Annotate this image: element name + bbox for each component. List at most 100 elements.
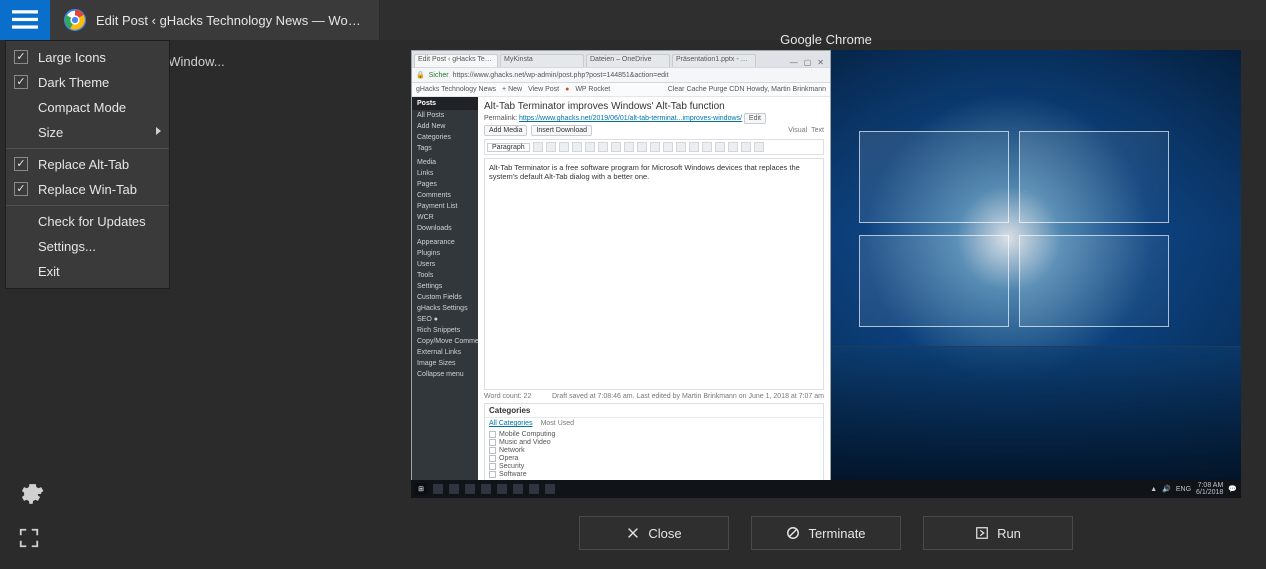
insert-download-button[interactable]: Insert Download: [531, 125, 592, 136]
cat-tab-most-used[interactable]: Most Used: [541, 420, 574, 427]
wp-sidebar-item[interactable]: Custom Fields: [412, 292, 478, 303]
tray-date[interactable]: 6/1/2018: [1196, 489, 1223, 496]
taskbar-app-icon[interactable]: [545, 484, 555, 494]
wp-sidebar-item[interactable]: Collapse menu: [412, 369, 478, 380]
wp-sidebar-item[interactable]: Payment List: [412, 201, 478, 212]
wp-sidebar-item[interactable]: All Posts: [412, 110, 478, 121]
wp-sidebar-item[interactable]: Rich Snippets: [412, 325, 478, 336]
category-item[interactable]: Security: [489, 463, 819, 470]
browser-tab[interactable]: Edit Post ‹ gHacks Tech…: [414, 54, 498, 67]
list-ol-icon[interactable]: [572, 142, 582, 152]
link-icon[interactable]: [637, 142, 647, 152]
admin-bar-new[interactable]: + New: [502, 86, 522, 93]
list-icon[interactable]: [559, 142, 569, 152]
toolbar-icon[interactable]: [663, 142, 673, 152]
close-icon[interactable]: ✕: [817, 58, 824, 67]
minimize-icon[interactable]: —: [790, 58, 798, 67]
taskbar-app-icon[interactable]: [513, 484, 523, 494]
align-right-icon[interactable]: [624, 142, 634, 152]
settings-button[interactable]: [18, 481, 44, 507]
tray-time[interactable]: 7:08 AM: [1198, 482, 1224, 489]
paragraph-select[interactable]: Paragraph: [487, 143, 530, 152]
taskbar-app-icon[interactable]: [529, 484, 539, 494]
admin-bar-view[interactable]: View Post: [528, 86, 559, 93]
align-center-icon[interactable]: [611, 142, 621, 152]
wp-sidebar-item[interactable]: gHacks Settings: [412, 303, 478, 314]
site-name[interactable]: gHacks Technology News: [416, 86, 496, 93]
start-button[interactable]: ⊞: [415, 483, 427, 495]
run-button[interactable]: Run: [923, 516, 1073, 550]
taskbar-app-icon[interactable]: [449, 484, 459, 494]
wp-sidebar-item[interactable]: External Links: [412, 347, 478, 358]
terminate-button[interactable]: Terminate: [751, 516, 901, 550]
taskbar-app-icon[interactable]: [465, 484, 475, 494]
tray-icon[interactable]: ▲: [1150, 486, 1157, 493]
taskbar-app-icon[interactable]: [481, 484, 491, 494]
wp-sidebar-item[interactable]: Media: [412, 157, 478, 168]
wp-sidebar-item[interactable]: Add New: [412, 121, 478, 132]
wp-sidebar-item[interactable]: Plugins: [412, 248, 478, 259]
editor-tab-text[interactable]: Text: [811, 127, 824, 134]
wp-sidebar-item[interactable]: Tags: [412, 143, 478, 154]
close-button[interactable]: Close: [579, 516, 729, 550]
wp-sidebar-item[interactable]: Appearance: [412, 237, 478, 248]
quote-icon[interactable]: [585, 142, 595, 152]
category-item[interactable]: Software: [489, 471, 819, 478]
wp-sidebar-item[interactable]: Links: [412, 168, 478, 179]
wp-sidebar-item[interactable]: Comments: [412, 190, 478, 201]
bold-icon[interactable]: [533, 142, 543, 152]
tray-icon[interactable]: 🔊: [1162, 485, 1171, 493]
wp-sidebar-item[interactable]: Image Sizes: [412, 358, 478, 369]
browser-tab[interactable]: MyKinsta: [500, 54, 584, 67]
address-bar[interactable]: 🔒 Sicher https://www.ghacks.net/wp-admin…: [412, 67, 830, 83]
menu-item-settings[interactable]: Settings...: [6, 234, 169, 259]
category-item[interactable]: Network: [489, 447, 819, 454]
wp-sidebar-item[interactable]: Settings: [412, 281, 478, 292]
permalink-url[interactable]: https://www.ghacks.net/2019/06/01/alt-ta…: [519, 115, 742, 122]
fullscreen-button[interactable]: [18, 527, 40, 549]
wp-sidebar-item[interactable]: Copy/Move Comments: [412, 336, 478, 347]
wp-sidebar-item[interactable]: Categories: [412, 132, 478, 143]
wp-sidebar-item[interactable]: Users: [412, 259, 478, 270]
post-content[interactable]: Alt-Tab Terminator is a free software pr…: [484, 158, 824, 390]
menu-item-size[interactable]: Size: [6, 120, 169, 145]
window-tab-active[interactable]: Edit Post ‹ gHacks Technology News — Wor…: [50, 0, 380, 40]
admin-bar-wprocket[interactable]: WP Rocket: [575, 86, 610, 93]
cat-tab-all[interactable]: All Categories: [489, 420, 533, 427]
menu-item-exit[interactable]: Exit: [6, 259, 169, 284]
menu-item-replace-win-tab[interactable]: ✓ Replace Win-Tab: [6, 177, 169, 202]
category-item[interactable]: Opera: [489, 455, 819, 462]
wp-sidebar-item[interactable]: Tools: [412, 270, 478, 281]
browser-tab[interactable]: Dateien – OneDrive: [586, 54, 670, 67]
toolbar-icon[interactable]: [702, 142, 712, 152]
permalink-edit-button[interactable]: Edit: [744, 113, 766, 124]
italic-icon[interactable]: [546, 142, 556, 152]
wp-sidebar-item[interactable]: Pages: [412, 179, 478, 190]
toolbar-icon[interactable]: [741, 142, 751, 152]
category-item[interactable]: Mobile Computing: [489, 431, 819, 438]
more-icon[interactable]: [650, 142, 660, 152]
menu-item-compact-mode[interactable]: Compact Mode: [6, 95, 169, 120]
add-media-button[interactable]: Add Media: [484, 125, 527, 136]
tray-lang[interactable]: ENG: [1176, 486, 1191, 493]
align-left-icon[interactable]: [598, 142, 608, 152]
editor-tab-visual[interactable]: Visual: [788, 127, 807, 134]
toolbar-icon[interactable]: [676, 142, 686, 152]
menu-item-check-updates[interactable]: Check for Updates: [6, 209, 169, 234]
wp-sidebar-header[interactable]: Posts: [412, 97, 478, 110]
taskbar-app-icon[interactable]: [497, 484, 507, 494]
hamburger-menu-button[interactable]: [0, 0, 50, 40]
toolbar-icon[interactable]: [689, 142, 699, 152]
maximize-icon[interactable]: ▢: [804, 58, 812, 67]
taskview-icon[interactable]: [433, 484, 443, 494]
post-title[interactable]: Alt-Tab Terminator improves Windows' Alt…: [484, 101, 824, 112]
menu-item-large-icons[interactable]: ✓ Large Icons: [6, 45, 169, 70]
wp-sidebar-item[interactable]: WCR: [412, 212, 478, 223]
toolbar-icon[interactable]: [728, 142, 738, 152]
menu-item-dark-theme[interactable]: ✓ Dark Theme: [6, 70, 169, 95]
toolbar-icon[interactable]: [715, 142, 725, 152]
menu-item-replace-alt-tab[interactable]: ✓ Replace Alt-Tab: [6, 152, 169, 177]
admin-bar-right[interactable]: Clear Cache Purge CDN Howdy, Martin Brin…: [668, 86, 826, 93]
wp-sidebar-item[interactable]: SEO ●: [412, 314, 478, 325]
notifications-icon[interactable]: 💬: [1228, 485, 1237, 493]
